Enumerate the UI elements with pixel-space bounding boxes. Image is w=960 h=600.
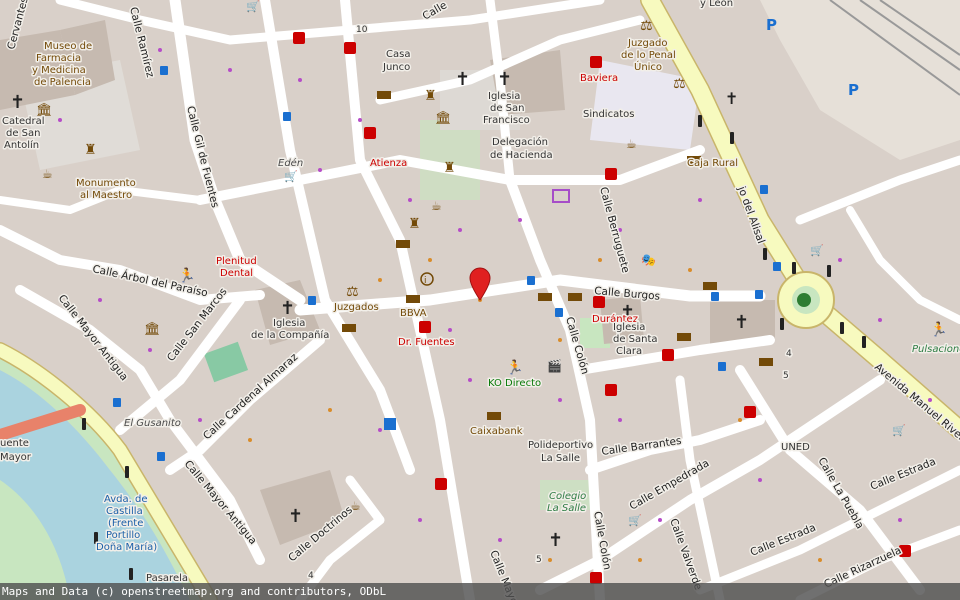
svg-text:de la Compañía: de la Compañía: [251, 329, 329, 341]
svg-text:🏛: 🏛: [435, 110, 452, 126]
svg-text:de San: de San: [490, 103, 525, 114]
svg-text:Monumento: Monumento: [76, 178, 136, 189]
svg-text:🏃: 🏃: [930, 321, 947, 338]
svg-text:☕: ☕: [431, 199, 442, 213]
svg-text:de lo Penal: de lo Penal: [621, 50, 676, 61]
svg-text:🛒: 🛒: [892, 424, 906, 437]
svg-text:Iglesia: Iglesia: [613, 322, 645, 333]
svg-text:♜: ♜: [84, 142, 97, 158]
viewpoint-icon: [797, 293, 811, 307]
house-number: 4: [786, 349, 792, 359]
svg-text:⚖: ⚖: [346, 284, 359, 300]
svg-text:Clara: Clara: [616, 346, 642, 357]
svg-text:Polideportivo: Polideportivo: [528, 440, 593, 451]
svg-text:Museo de: Museo de: [44, 41, 92, 52]
svg-text:Plenitud: Plenitud: [216, 256, 257, 267]
svg-text:de Hacienda: de Hacienda: [490, 150, 553, 161]
svg-text:Junco: Junco: [382, 62, 410, 73]
svg-text:✝: ✝: [734, 312, 749, 333]
svg-text:Delegación: Delegación: [492, 136, 548, 148]
caja-rural-label: Caja Rural: [687, 158, 738, 169]
svg-text:Colegio: Colegio: [549, 491, 586, 502]
svg-text:🛒: 🛒: [246, 0, 260, 13]
svg-text:(Frente: (Frente: [108, 518, 143, 529]
svg-text:🎬: 🎬: [547, 359, 562, 373]
svg-text:🛒: 🛒: [284, 170, 298, 183]
caixabank-label: Caixabank: [470, 426, 523, 437]
svg-text:⚖: ⚖: [673, 76, 686, 92]
svg-text:Farmacia: Farmacia: [36, 53, 81, 64]
sindicatos-label: Sindicatos: [583, 109, 634, 120]
svg-text:✝: ✝: [725, 89, 738, 108]
atienza-label: Atienza: [370, 158, 407, 169]
svg-text:♜: ♜: [408, 216, 421, 232]
svg-text:♜: ♜: [443, 160, 456, 176]
svg-text:🏛: 🏛: [144, 321, 161, 337]
svg-text:P: P: [766, 16, 777, 34]
plenitud-label: Plenitud Dental: [215, 255, 259, 281]
baviera-label: Baviera: [580, 73, 618, 84]
gusanito-label: El Gusanito: [124, 418, 181, 429]
svg-text:La Salle: La Salle: [541, 453, 580, 464]
eden-label: Edén: [278, 157, 303, 169]
svg-text:✝: ✝: [497, 69, 512, 90]
svg-text:🛒: 🛒: [628, 514, 642, 527]
svg-text:✝: ✝: [548, 530, 563, 551]
svg-text:✝: ✝: [10, 92, 25, 113]
svg-text:Antolín: Antolín: [4, 139, 39, 151]
svg-text:☕: ☕: [42, 167, 53, 181]
bbva-label: BBVA: [400, 308, 427, 319]
svg-text:P: P: [848, 81, 859, 99]
svg-text:de San: de San: [6, 128, 41, 139]
svg-text:🛒: 🛒: [810, 244, 824, 257]
svg-text:Único: Único: [634, 60, 662, 73]
house-number: 5: [783, 371, 789, 381]
map-attribution[interactable]: Maps and Data (c) openstreetmap.org and …: [0, 583, 960, 600]
monumento-label: Monumento al Maestro: [75, 177, 138, 203]
svg-text:✝: ✝: [455, 69, 470, 90]
svg-text:Doña María): Doña María): [96, 541, 157, 553]
svg-text:de Palencia: de Palencia: [34, 77, 91, 88]
svg-text:i: i: [424, 276, 427, 286]
svg-text:al Maestro: al Maestro: [80, 190, 132, 201]
svg-text:🎭: 🎭: [641, 253, 656, 267]
svg-text:Avda. de: Avda. de: [104, 494, 148, 505]
place-label: y León: [700, 0, 733, 9]
svg-text:Iglesia: Iglesia: [488, 91, 520, 102]
map-svg[interactable]: ✝ ✝ ✝ ✝ ✝ ✝ ✝ ✝ ✝ P P ⚖⚖⚖ 🏛🏛🏛 ☕☕☕ ☕ 🛒🛒🛒 …: [0, 0, 960, 600]
pulsaciones-label: Pulsacione: [912, 344, 960, 355]
svg-text:uente: uente: [0, 438, 29, 449]
house-number: 5: [536, 555, 542, 565]
svg-text:Casa: Casa: [386, 49, 410, 60]
svg-text:Castilla: Castilla: [106, 506, 143, 517]
svg-text:Francisco: Francisco: [483, 115, 530, 126]
map-canvas[interactable]: ✝ ✝ ✝ ✝ ✝ ✝ ✝ ✝ ✝ P P ⚖ ⚖ ⚖ 🏛 🏛 🏛 ☕ ☕ ☕ …: [0, 0, 960, 600]
svg-text:♜: ♜: [424, 88, 437, 104]
juzgados-label: Juzgados: [333, 302, 379, 313]
svg-text:✝: ✝: [280, 298, 295, 319]
house-number: 4: [308, 571, 314, 581]
colegio-label: Colegio La Salle: [546, 490, 588, 516]
dr-fuentes-label: Dr. Fuentes: [398, 337, 455, 348]
svg-text:Catedral: Catedral: [2, 116, 45, 127]
svg-text:La Salle: La Salle: [547, 503, 586, 514]
svg-text:☕: ☕: [626, 137, 637, 151]
uned-label: UNED: [781, 442, 810, 453]
svg-text:de Santa: de Santa: [613, 334, 658, 345]
svg-text:Portillo: Portillo: [106, 530, 140, 541]
svg-text:y Medicina: y Medicina: [32, 65, 86, 76]
fuel-icon: [384, 418, 396, 430]
svg-text:Iglesia: Iglesia: [273, 318, 305, 329]
ko-directo-label: KO Directo: [488, 378, 541, 389]
catedral-label: Catedral de San Antolín: [1, 115, 47, 153]
svg-text:⚖: ⚖: [640, 18, 653, 34]
svg-text:Dental: Dental: [220, 268, 253, 279]
svg-text:✝: ✝: [288, 506, 303, 527]
svg-text:Juzgado: Juzgado: [627, 38, 667, 49]
house-number: 10: [356, 25, 368, 35]
svg-text:🏃: 🏃: [506, 359, 523, 376]
svg-text:Mayor: Mayor: [0, 452, 32, 463]
